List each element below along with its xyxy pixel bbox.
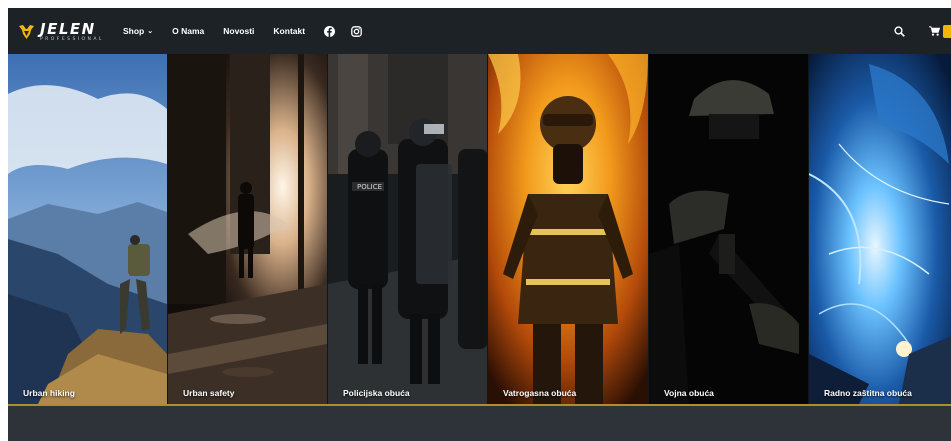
brand-logo[interactable]: JELEN PROFESSIONAL xyxy=(18,22,104,43)
facebook-link[interactable] xyxy=(324,25,336,37)
nav-item-label: Shop xyxy=(123,26,145,36)
search-icon xyxy=(894,25,905,37)
nav-item-kontakt[interactable]: Kontakt xyxy=(273,26,305,36)
search-button[interactable] xyxy=(894,25,905,37)
instagram-link[interactable] xyxy=(351,25,362,37)
category-label: Radno zaštitna obuća xyxy=(824,388,912,398)
nav-item-label: Novosti xyxy=(223,26,255,36)
category-tile-urban-hiking[interactable]: Urban hiking xyxy=(8,54,168,404)
category-tiles: Urban hiking Urban safety POLICE Policij… xyxy=(8,54,951,404)
military-footwear-image xyxy=(649,54,808,404)
category-label: Policijska obuća xyxy=(343,388,410,398)
main-nav: Shop ⌄ O Nama Novosti Kontakt xyxy=(123,8,378,54)
deer-logo-icon xyxy=(19,25,34,40)
site-header: JELEN PROFESSIONAL Shop ⌄ O Nama Novosti… xyxy=(8,8,951,54)
firefighter-footwear-image xyxy=(488,54,648,404)
nav-item-o-nama[interactable]: O Nama xyxy=(172,26,204,36)
nav-item-novosti[interactable]: Novosti xyxy=(223,26,254,36)
nav-item-label: Kontakt xyxy=(273,26,306,36)
category-tile-vatrogasna-obuca[interactable]: Vatrogasna obuća xyxy=(488,54,649,404)
category-tile-urban-safety[interactable]: Urban safety xyxy=(168,54,328,404)
page-frame: JELEN PROFESSIONAL Shop ⌄ O Nama Novosti… xyxy=(8,8,951,441)
category-tile-vojna-obuca[interactable]: Vojna obuća xyxy=(649,54,809,404)
category-label: Urban hiking xyxy=(23,388,75,398)
nav-item-label: O Nama xyxy=(172,26,205,36)
instagram-icon xyxy=(351,25,362,37)
urban-safety-image xyxy=(168,54,327,404)
brand-name: JELEN xyxy=(40,20,96,38)
police-footwear-image: POLICE xyxy=(328,54,487,404)
category-tile-policijska-obuca[interactable]: POLICE Policijska obuća xyxy=(328,54,488,404)
category-label: Vatrogasna obuća xyxy=(503,388,577,398)
cart-icon xyxy=(929,26,940,36)
cart-button[interactable] xyxy=(929,24,951,38)
category-label: Urban safety xyxy=(183,388,235,398)
brand-tagline: PROFESSIONAL xyxy=(40,37,104,42)
work-safety-footwear-image xyxy=(809,54,951,404)
urban-hiking-image xyxy=(8,54,167,404)
category-label: Vojna obuća xyxy=(664,388,714,398)
facebook-icon xyxy=(324,25,336,37)
nav-item-shop[interactable]: Shop ⌄ xyxy=(123,26,153,36)
category-tile-radno-zastitna-obuca[interactable]: Radno zaštitna obuća xyxy=(809,54,951,404)
cart-count-badge xyxy=(943,24,951,38)
header-actions xyxy=(894,8,951,54)
svg-text:POLICE: POLICE xyxy=(357,183,382,191)
chevron-down-icon: ⌄ xyxy=(147,28,154,35)
content-band xyxy=(8,406,951,441)
